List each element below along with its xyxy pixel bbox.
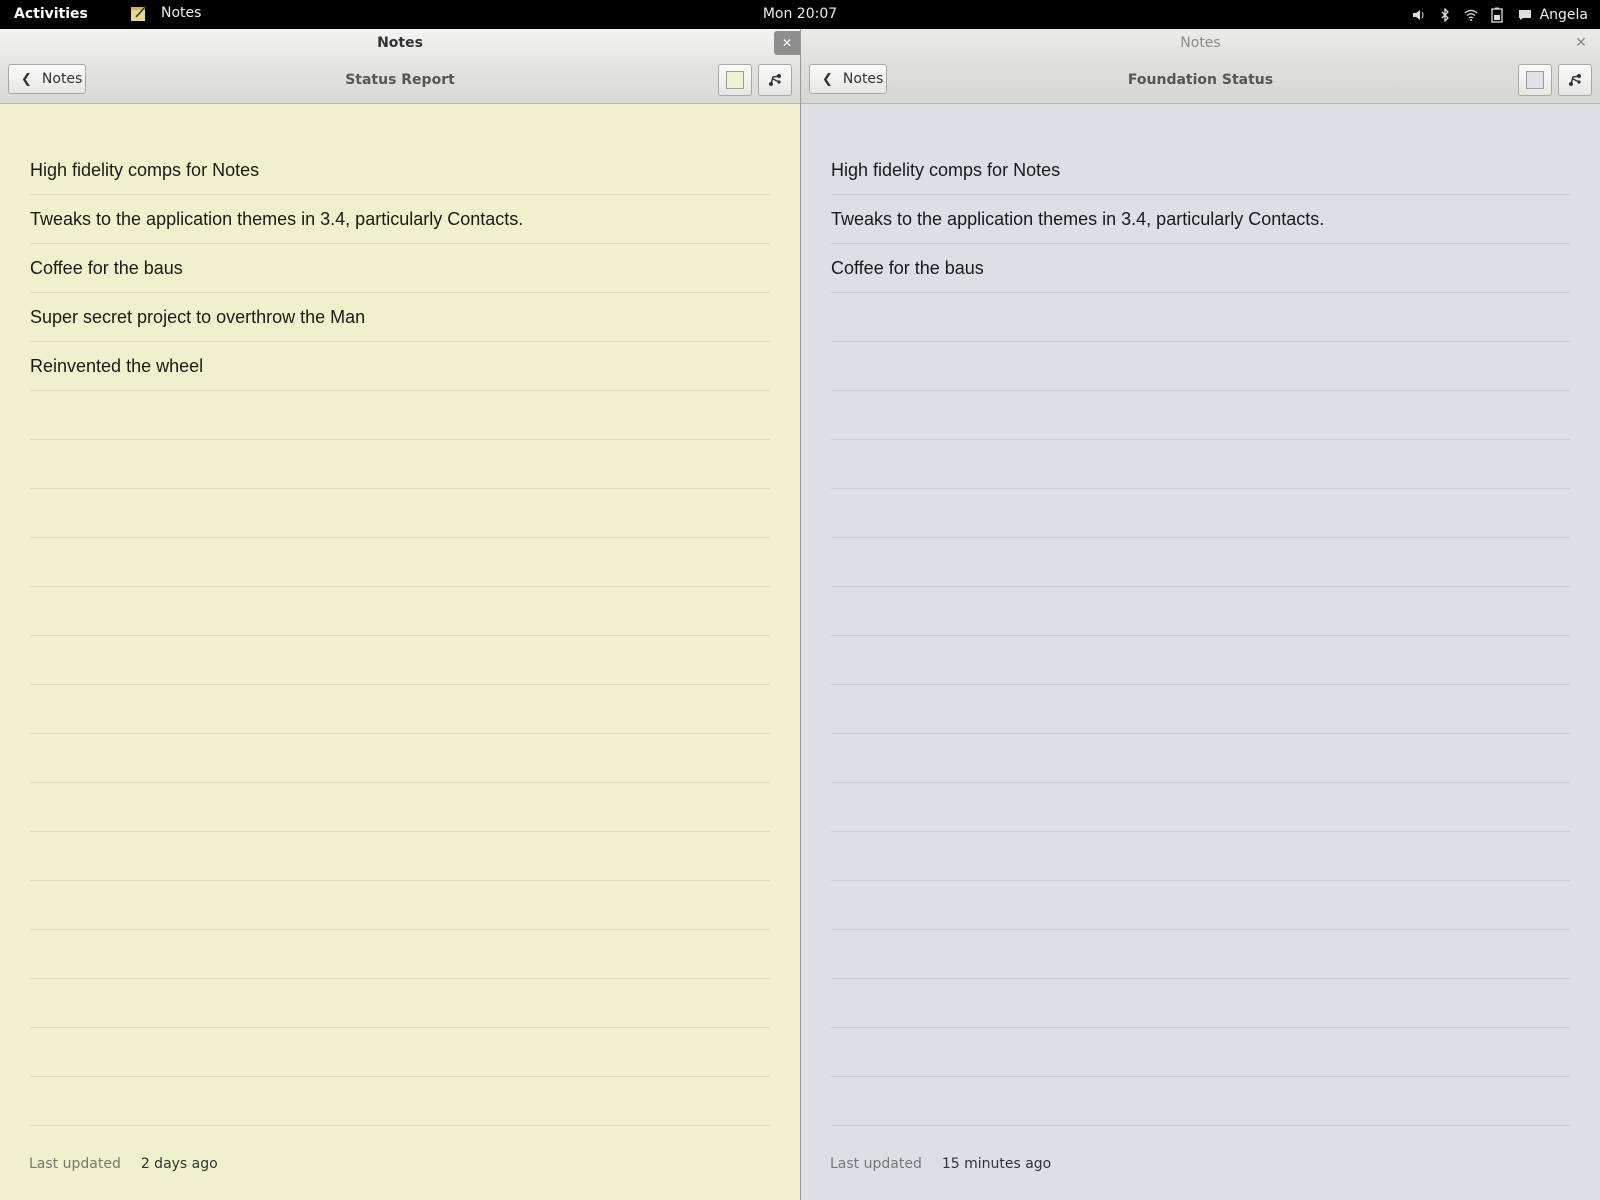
empty-line[interactable] [831, 538, 1570, 587]
note-line[interactable]: Super secret project to overthrow the Ma… [30, 293, 770, 342]
last-updated-value: 2 days ago [140, 1156, 218, 1172]
empty-line[interactable] [831, 587, 1570, 636]
clock[interactable]: Mon 20:07 [763, 6, 837, 22]
empty-line[interactable] [831, 489, 1570, 538]
empty-line[interactable] [30, 734, 770, 783]
bluetooth-icon[interactable] [1432, 0, 1458, 29]
empty-line[interactable] [831, 832, 1570, 881]
empty-line[interactable] [831, 881, 1570, 930]
note-line[interactable]: Coffee for the baus [831, 244, 1570, 293]
empty-line[interactable] [30, 391, 770, 440]
wifi-icon[interactable] [1458, 0, 1484, 29]
note-line[interactable]: Tweaks to the application themes in 3.4,… [30, 195, 770, 244]
empty-line[interactable] [30, 1028, 770, 1077]
last-updated-value: 15 minutes ago [941, 1156, 1052, 1172]
share-button[interactable] [1558, 64, 1592, 96]
note-line[interactable]: Coffee for the baus [30, 244, 770, 293]
notes-app-icon[interactable] [130, 4, 148, 22]
user-name: Angela [1539, 6, 1588, 23]
chat-icon [1518, 9, 1531, 20]
empty-line[interactable] [831, 440, 1570, 489]
color-swatch-icon [726, 71, 744, 89]
note-window-left: Notes ✕ ❮ Notes Status Report High fidel… [0, 29, 800, 1200]
empty-line[interactable] [831, 734, 1570, 783]
note-body[interactable]: High fidelity comps for Notes Tweaks to … [30, 146, 770, 1126]
color-button[interactable] [718, 64, 752, 96]
color-swatch-icon [1526, 71, 1544, 89]
empty-line[interactable] [30, 489, 770, 538]
share-icon [769, 74, 781, 86]
note-title: Status Report [345, 72, 455, 88]
empty-line[interactable] [30, 881, 770, 930]
top-bar: Activities Notes Mon 20:07 Angela [0, 0, 1600, 29]
empty-line[interactable] [30, 440, 770, 489]
last-updated-label: Last updated [29, 1156, 121, 1172]
empty-line[interactable] [30, 832, 770, 881]
empty-line[interactable] [30, 979, 770, 1028]
empty-line[interactable] [831, 685, 1570, 734]
empty-line[interactable] [30, 930, 770, 979]
empty-line[interactable] [831, 1028, 1570, 1077]
volume-icon[interactable] [1406, 0, 1432, 29]
empty-line[interactable] [831, 1077, 1570, 1126]
close-button[interactable]: ✕ [774, 31, 800, 55]
note-page[interactable]: High fidelity comps for Notes Tweaks to … [0, 104, 800, 1200]
empty-line[interactable] [831, 979, 1570, 1028]
share-icon [1569, 74, 1581, 86]
note-line[interactable]: High fidelity comps for Notes [30, 146, 770, 195]
battery-icon[interactable] [1484, 0, 1510, 29]
note-window-right: Notes ✕ ❮ Notes Foundation Status High f… [801, 29, 1600, 1200]
empty-line[interactable] [30, 538, 770, 587]
window-title: Notes [377, 35, 423, 51]
close-button[interactable]: ✕ [1568, 31, 1594, 55]
share-button[interactable] [758, 64, 792, 96]
window-title: Notes [1180, 35, 1221, 51]
note-line[interactable]: High fidelity comps for Notes [831, 146, 1570, 195]
empty-line[interactable] [30, 1077, 770, 1126]
footer: Last updated 2 days ago [29, 1156, 218, 1172]
empty-line[interactable] [831, 636, 1570, 685]
titlebar[interactable]: Notes ✕ [801, 29, 1600, 57]
close-icon: ✕ [781, 36, 793, 50]
note-line[interactable]: Reinvented the wheel [30, 342, 770, 391]
toolbar: ❮ Notes Status Report [0, 57, 800, 104]
status-area: Angela [1406, 0, 1600, 29]
app-menu[interactable]: Notes [161, 5, 201, 21]
empty-line[interactable] [30, 587, 770, 636]
empty-line[interactable] [831, 391, 1570, 440]
footer: Last updated 15 minutes ago [830, 1156, 1051, 1172]
toolbar: ❮ Notes Foundation Status [801, 57, 1600, 104]
activities-button[interactable]: Activities [14, 6, 88, 22]
empty-line[interactable] [30, 636, 770, 685]
note-title: Foundation Status [1127, 72, 1274, 88]
titlebar[interactable]: Notes ✕ [0, 29, 800, 57]
close-icon: ✕ [1575, 35, 1587, 51]
color-button[interactable] [1518, 64, 1552, 96]
empty-line[interactable] [831, 783, 1570, 832]
note-line[interactable]: Tweaks to the application themes in 3.4,… [831, 195, 1570, 244]
empty-line[interactable] [831, 930, 1570, 979]
last-updated-label: Last updated [830, 1156, 922, 1172]
note-page[interactable]: High fidelity comps for Notes Tweaks to … [801, 104, 1600, 1200]
empty-line[interactable] [30, 783, 770, 832]
empty-line[interactable] [30, 685, 770, 734]
user-menu[interactable]: Angela [1518, 7, 1588, 23]
empty-line[interactable] [831, 342, 1570, 391]
note-body[interactable]: High fidelity comps for Notes Tweaks to … [831, 146, 1570, 1126]
empty-line[interactable] [831, 293, 1570, 342]
